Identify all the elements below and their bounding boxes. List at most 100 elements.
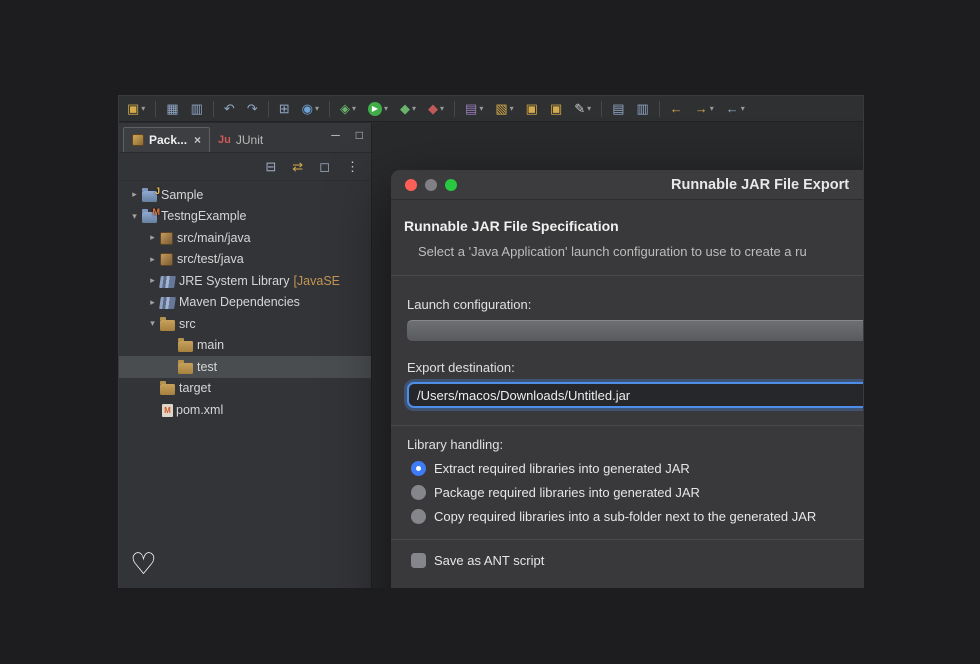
tree-item-jre-system-library[interactable]: ▸ JRE System Library [JavaSE (119, 270, 371, 292)
new-wizard-icon: ▣ (127, 101, 140, 116)
tree-item-target[interactable]: target (119, 378, 371, 400)
tree-item-maven-dependencies[interactable]: ▸ Maven Dependencies (119, 292, 371, 314)
maven-project-icon: M (142, 207, 160, 224)
library-option-label: Copy required libraries into a sub-folde… (434, 509, 817, 524)
dropdown-arrow-icon[interactable]: ▾ (440, 104, 444, 113)
folder-icon (178, 359, 193, 374)
tab-pack[interactable]: Pack... × (123, 127, 211, 152)
new-java-class-icon: ▤ (465, 101, 478, 116)
launch-config-select[interactable] (407, 320, 863, 341)
new-java-class-button[interactable]: ▤ ▾ (459, 98, 489, 120)
dropdown-arrow-icon[interactable]: ▾ (710, 104, 714, 113)
restore-view-icon[interactable]: □ (356, 129, 363, 141)
tree-item-src[interactable]: ▾ src (119, 313, 371, 335)
tree-item-testngexample[interactable]: ▾ M TestngExample (119, 206, 371, 228)
dropdown-arrow-icon[interactable]: ▾ (479, 104, 483, 113)
save-button[interactable]: ▦ (160, 98, 184, 120)
dialog-title-bar[interactable]: Runnable JAR File Export (391, 170, 863, 200)
close-button[interactable] (405, 179, 417, 191)
radio-unselected-icon[interactable] (411, 485, 426, 500)
dropdown-arrow-icon[interactable]: ▾ (510, 104, 514, 113)
tree-item-label: src/main/java (177, 230, 251, 245)
dropdown-arrow-icon[interactable]: ▾ (587, 104, 591, 113)
chevron-right-icon[interactable]: ▸ (145, 254, 160, 265)
tree-item-src-main-java[interactable]: ▸ src/main/java (119, 227, 371, 249)
zoom-button[interactable] (445, 179, 457, 191)
pom-file-icon: M (162, 403, 173, 417)
divider (391, 275, 863, 276)
open-type-button[interactable]: ▣ (520, 98, 544, 120)
tree-item-pom-xml[interactable]: Mpom.xml (119, 399, 371, 421)
toolbar-separator (212, 100, 214, 117)
tree-item-label: Sample (161, 187, 204, 202)
main-toolbar: ▣ ▾ ▦ ▥ ↶ ↷ ⊞ ◉ ▾ ◈ ▾ ▶ ▾ ◆ ▾ ◆ ▾ ▤ ▾ ▧ ▾ ▣ ▣ ✎ ▾ ▤ ▥ ← → ▾ ← ▾ (119, 96, 863, 122)
run-button[interactable]: ▶ ▾ (362, 98, 394, 120)
search-button[interactable]: ◉ ▾ (296, 98, 325, 120)
export-destination-label: Export destination: (407, 360, 515, 375)
tree-item-label: test (197, 359, 218, 374)
open-resource-button[interactable]: ▣ (544, 98, 568, 120)
dropdown-arrow-icon[interactable]: ▾ (315, 104, 319, 113)
back-history-button[interactable]: ← (664, 98, 689, 120)
divider (391, 425, 863, 426)
search-icon: ◉ (301, 101, 313, 116)
forward-history-button[interactable]: → ▾ (689, 98, 720, 120)
new-java-project-button[interactable]: ▧ ▾ (489, 98, 519, 120)
external-tools-icon: ✎ (574, 101, 586, 116)
chevron-right-icon[interactable]: ▸ (145, 232, 160, 243)
open-perspective-button[interactable]: ⊞ (273, 98, 296, 120)
radio-selected-icon[interactable] (411, 461, 426, 476)
tree-item-src-test-java[interactable]: ▸ src/test/java (119, 249, 371, 271)
dropdown-arrow-icon[interactable]: ▾ (412, 104, 416, 113)
chevron-down-icon[interactable]: ▾ (145, 318, 160, 329)
source-package-icon (160, 231, 173, 245)
pin-editor-button[interactable]: ▥ (630, 98, 654, 120)
last-edit-location-button[interactable]: ← ▾ (720, 98, 751, 120)
tree-item-label: target (179, 381, 211, 396)
radio-unselected-icon[interactable] (411, 509, 426, 524)
save-ant-script-checkbox[interactable] (411, 553, 426, 568)
export-destination-input[interactable] (407, 382, 863, 408)
link-with-editor-button[interactable]: ⇄ (292, 160, 303, 173)
external-tools-button[interactable]: ✎ ▾ (568, 98, 597, 120)
collapse-all-button[interactable]: ⊟ (265, 160, 276, 173)
redo-icon: ↷ (246, 101, 258, 116)
new-wizard-button[interactable]: ▣ ▾ (121, 98, 151, 120)
dropdown-arrow-icon[interactable]: ▾ (141, 104, 145, 113)
tree-item-test[interactable]: test (119, 356, 371, 378)
library-handling-label: Library handling: (407, 437, 504, 452)
view-menu-button[interactable]: ⋮ (346, 160, 359, 173)
tree-item-sample[interactable]: ▸ J Sample (119, 184, 371, 206)
chevron-right-icon[interactable]: ▸ (145, 297, 160, 308)
new-java-project-icon: ▧ (495, 101, 508, 116)
chevron-right-icon[interactable]: ▸ (127, 189, 142, 200)
pin-editor-icon: ▥ (636, 101, 649, 116)
debug-button[interactable]: ◆ ▾ (394, 98, 422, 120)
dropdown-arrow-icon[interactable]: ▾ (741, 104, 745, 113)
chevron-down-icon[interactable]: ▾ (127, 211, 142, 222)
open-perspective-icon: ⊞ (278, 101, 290, 116)
source-package-icon (160, 253, 173, 267)
filter-button[interactable]: ◻ (319, 160, 330, 173)
dropdown-arrow-icon[interactable]: ▾ (384, 104, 388, 113)
save-all-button[interactable]: ▥ (185, 98, 209, 120)
close-tab-icon[interactable]: × (194, 133, 201, 147)
redo-button[interactable]: ↷ (241, 98, 264, 120)
library-icon (159, 275, 176, 288)
runnable-jar-export-dialog: Runnable JAR File Export Runnable JAR Fi… (391, 170, 863, 588)
tree-item-main[interactable]: main (119, 335, 371, 357)
annotations-button[interactable]: ▤ (606, 98, 630, 120)
dropdown-arrow-icon[interactable]: ▾ (352, 104, 356, 113)
library-handling-options: Extract required libraries into generate… (391, 461, 863, 524)
package-explorer-panel: Pack... × Ju JUnit ─ □ ⊟ ⇄ ◻ ⋮ ▸ J Sample ▾ M Testng… (119, 123, 372, 588)
minimize-button[interactable] (425, 179, 437, 191)
chevron-right-icon[interactable]: ▸ (145, 275, 160, 286)
undo-button[interactable]: ↶ (218, 98, 241, 120)
profile-button[interactable]: ◆ ▾ (422, 98, 450, 120)
minimize-view-icon[interactable]: ─ (331, 129, 340, 141)
package-explorer-icon (132, 134, 144, 146)
tab-junit[interactable]: Ju JUnit (210, 127, 271, 152)
coverage-button[interactable]: ◈ ▾ (334, 98, 362, 120)
profile-icon: ◆ (428, 101, 439, 116)
library-option-row: Copy required libraries into a sub-folde… (411, 509, 863, 524)
